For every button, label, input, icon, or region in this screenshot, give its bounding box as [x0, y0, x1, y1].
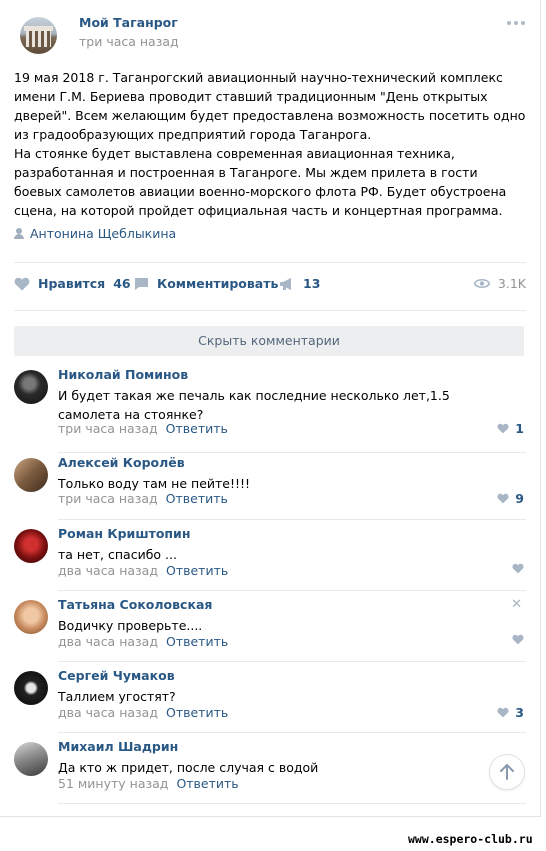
comment-meta: 51 минуту назад Ответить	[58, 776, 239, 791]
post-card: Мой Таганрог три часа назад 19 мая 2018 …	[0, 0, 541, 817]
comment-item: Алексей Королёв Только воду там не пейте…	[14, 455, 526, 526]
avatar[interactable]	[14, 370, 48, 404]
heart-icon	[512, 634, 524, 645]
post-paragraph-1: 19 мая 2018 г. Таганрогский авиационный …	[14, 70, 526, 142]
scroll-up-button[interactable]	[490, 755, 524, 789]
like-label: Нравится	[38, 276, 106, 291]
comment-divider	[58, 590, 526, 591]
comment-text: Водичку проверьте....	[58, 618, 203, 633]
avatar[interactable]	[14, 529, 48, 563]
comment-author[interactable]: Николай Поминов	[58, 367, 188, 382]
comment-divider	[58, 452, 526, 453]
actions-top-divider	[14, 262, 526, 263]
like-button[interactable]: Нравится 46	[14, 276, 131, 291]
comment-like-button[interactable]	[512, 634, 524, 645]
group-avatar[interactable]	[20, 17, 57, 54]
heart-icon	[497, 423, 509, 434]
comment-author[interactable]: Михаил Шадрин	[58, 739, 178, 754]
user-icon	[14, 228, 24, 239]
comment-icon	[135, 277, 148, 290]
hide-comments-button[interactable]: Скрыть комментарии	[14, 326, 524, 356]
avatar[interactable]	[14, 458, 48, 492]
comment-item: Михаил Шадрин Да кто ж придет, после слу…	[14, 739, 526, 810]
comment-author[interactable]: Сергей Чумаков	[58, 668, 175, 683]
arrow-up-icon	[500, 764, 514, 780]
comment-time[interactable]: три часа назад	[58, 421, 158, 436]
comment-meta: два часа назад Ответить	[58, 705, 228, 720]
signer-name[interactable]: Антонина Щеблыкина	[30, 226, 176, 241]
comment-author[interactable]: Роман Криштопин	[58, 526, 190, 541]
comment-time[interactable]: два часа назад	[58, 634, 158, 649]
post-header: Мой Таганрог три часа назад	[20, 14, 530, 58]
comment-meta: три часа назад Ответить	[58, 491, 228, 506]
avatar[interactable]	[14, 742, 48, 776]
post-paragraph-2: На стоянке будет выставлена современная …	[14, 146, 507, 218]
comment-divider	[58, 661, 526, 662]
like-count: 46	[113, 276, 131, 291]
comment-text: И будет такая же печаль как последние не…	[58, 388, 450, 422]
comments-top-divider	[14, 310, 526, 311]
eye-icon	[473, 278, 490, 289]
comment-label: Комментировать	[157, 276, 279, 291]
comment-text: Таллием угостят?	[58, 689, 176, 704]
comment-item: Николай Поминов И будет такая же печаль …	[14, 367, 526, 453]
share-button[interactable]: 13	[279, 276, 320, 291]
heart-icon	[497, 707, 509, 718]
comment-text: Да кто ж придет, после случая с водой	[58, 760, 319, 775]
comment-time[interactable]: 51 минуту назад	[58, 776, 168, 791]
close-icon[interactable]: ✕	[511, 597, 522, 612]
comment-item: Сергей Чумаков Таллием угостят? два часа…	[14, 668, 526, 739]
post-text: 19 мая 2018 г. Таганрогский авиационный …	[14, 68, 528, 220]
heart-icon	[497, 493, 509, 504]
avatar-columns	[26, 31, 51, 47]
avatar[interactable]	[14, 600, 48, 634]
heart-icon	[512, 563, 524, 574]
comment-meta: три часа назад Ответить	[58, 421, 228, 436]
comment-like-count: 9	[515, 491, 524, 506]
comment-meta: два часа назад Ответить	[58, 563, 228, 578]
comment-like-count: 1	[515, 421, 524, 436]
comment-like-button[interactable]: 1	[497, 421, 524, 436]
comment-divider	[58, 803, 526, 804]
views-count: 3.1K	[497, 276, 526, 291]
comment-like-button[interactable]	[512, 563, 524, 574]
post-signer[interactable]: Антонина Щеблыкина	[14, 226, 176, 241]
comment-author[interactable]: Алексей Королёв	[58, 455, 185, 470]
post-actions: Нравится 46 Комментировать 13 3.1K	[14, 276, 526, 296]
comment-like-button[interactable]: 3	[497, 705, 524, 720]
avatar[interactable]	[14, 671, 48, 705]
comment-time[interactable]: три часа назад	[58, 491, 158, 506]
more-options-icon[interactable]	[507, 18, 527, 28]
share-count: 13	[303, 276, 321, 291]
reply-link[interactable]: Ответить	[166, 491, 228, 506]
watermark-text: www.espero-club.ru	[408, 832, 533, 846]
group-name-link[interactable]: Мой Таганрог	[79, 15, 178, 30]
comment-divider	[58, 732, 526, 733]
reply-link[interactable]: Ответить	[166, 705, 228, 720]
reply-link[interactable]: Ответить	[166, 563, 228, 578]
comment-item: Роман Криштопин та нет, спасибо ... два …	[14, 526, 526, 597]
comment-like-count: 3	[515, 705, 524, 720]
comment-time[interactable]: два часа назад	[58, 705, 158, 720]
comment-button[interactable]: Комментировать	[134, 276, 278, 291]
post-time[interactable]: три часа назад	[79, 34, 179, 49]
comment-time[interactable]: два часа назад	[58, 563, 158, 578]
reply-link[interactable]: Ответить	[166, 421, 228, 436]
reply-link[interactable]: Ответить	[176, 776, 238, 791]
heart-icon	[14, 277, 30, 290]
comment-text: та нет, спасибо ...	[58, 547, 177, 562]
comment-divider	[58, 519, 526, 520]
views-counter: 3.1K	[473, 276, 526, 291]
comment-meta: два часа назад Ответить	[58, 634, 228, 649]
comment-item: Татьяна Соколовская Водичку проверьте...…	[14, 597, 526, 668]
comment-like-button[interactable]: 9	[497, 491, 524, 506]
comment-author[interactable]: Татьяна Соколовская	[58, 597, 212, 612]
reply-link[interactable]: Ответить	[166, 634, 228, 649]
megaphone-icon	[280, 277, 291, 290]
